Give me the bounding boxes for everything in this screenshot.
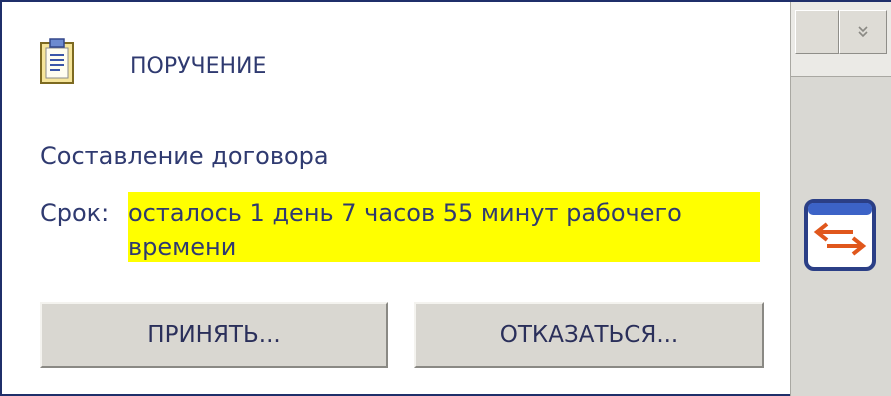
expand-button[interactable] (839, 10, 887, 54)
task-subject: Составление договора (40, 142, 329, 170)
clipboard-document-icon (40, 38, 74, 84)
decline-button[interactable]: ОТКАЗАТЬСЯ... (414, 302, 764, 368)
deadline-value: осталось 1 день 7 часов 55 минут рабочег… (128, 192, 760, 262)
side-panel-button[interactable] (795, 10, 839, 54)
task-type-title: ПОРУЧЕНИЕ (130, 54, 267, 79)
accept-button[interactable]: ПРИНЯТЬ... (40, 302, 388, 368)
side-panel (790, 2, 891, 396)
double-chevron-down-icon (858, 26, 868, 38)
deadline-label: Срок: (40, 199, 110, 227)
task-notification-window: ПОРУЧЕНИЕ Составление договора Срок: ост… (0, 0, 891, 396)
side-panel-header (791, 2, 891, 77)
swap-arrows-icon[interactable] (803, 198, 877, 272)
